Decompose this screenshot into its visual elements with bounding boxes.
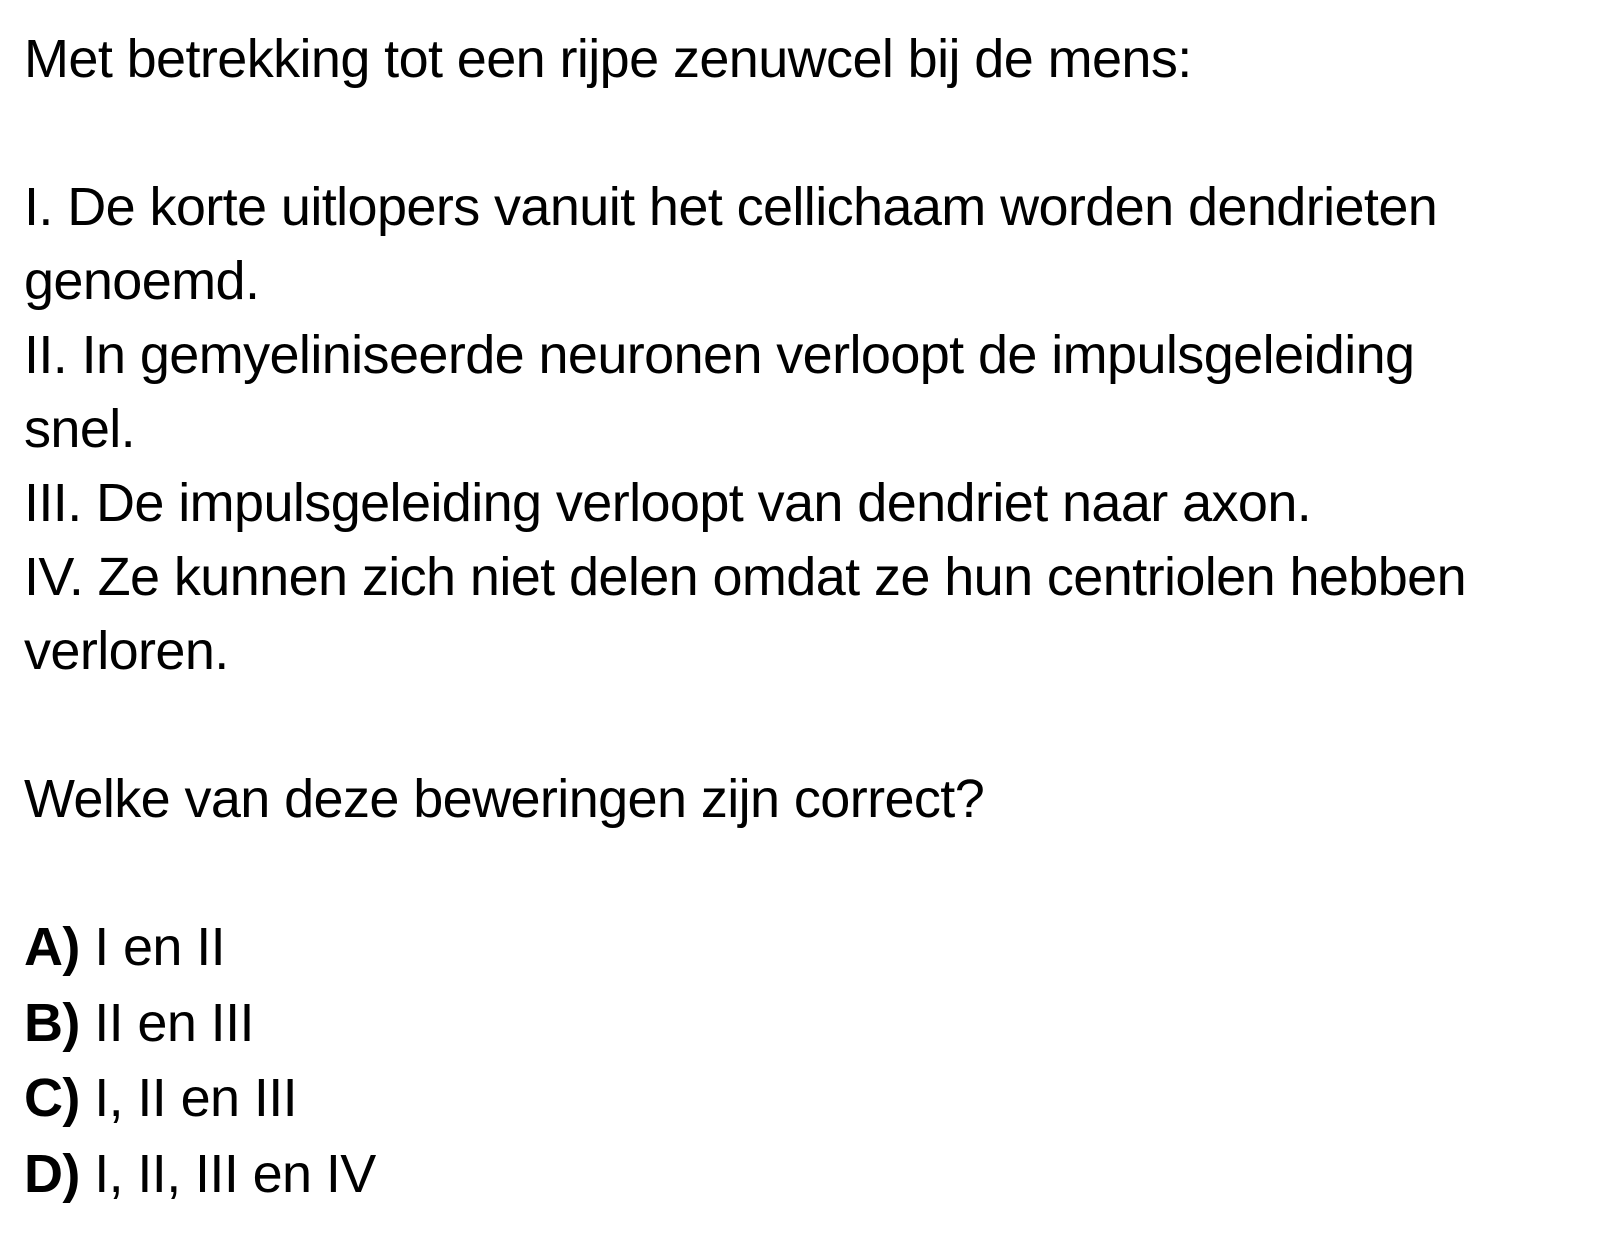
statement-3-line-1: III. De impulsgeleiding verloopt van den… bbox=[24, 473, 1312, 533]
option-b[interactable]: B) II en III bbox=[24, 986, 1592, 1062]
answer-options: A) I en II B) II en III C) I, II en III … bbox=[24, 910, 1592, 1212]
question-intro: Met betrekking tot een rijpe zenuwcel bi… bbox=[24, 29, 1192, 89]
option-letter: C) bbox=[24, 1068, 80, 1128]
option-text: I, II en III bbox=[94, 1068, 298, 1128]
option-d[interactable]: D) I, II, III en IV bbox=[24, 1137, 1592, 1213]
option-text: II en III bbox=[94, 992, 254, 1053]
statement-4-line-1: IV. Ze kunnen zich niet delen omdat ze h… bbox=[24, 547, 1467, 607]
option-a[interactable]: A) I en II bbox=[24, 910, 1592, 986]
statement-1-line-1: I. De korte uitlopers vanuit het cellich… bbox=[24, 177, 1438, 237]
option-c[interactable]: C) I, II en III bbox=[24, 1061, 1592, 1137]
question-prompt: Welke van deze beweringen zijn correct? bbox=[24, 769, 985, 829]
statement-2-line-2: snel. bbox=[24, 399, 136, 459]
question-document: Met betrekking tot een rijpe zenuwcel bi… bbox=[24, 22, 1592, 1212]
statement-2-line-1: II. In gemyeliniseerde neuronen verloopt… bbox=[24, 325, 1415, 385]
statement-1-line-2: genoemd. bbox=[24, 251, 260, 311]
statement-list: I. De korte uitlopers vanuit het cellich… bbox=[24, 170, 1592, 688]
statement-4-line-2: verloren. bbox=[24, 621, 229, 681]
option-text: I en II bbox=[94, 917, 226, 977]
option-text: I, II, III en IV bbox=[94, 1143, 376, 1204]
option-letter: D) bbox=[24, 1143, 80, 1204]
option-letter: A) bbox=[24, 917, 80, 977]
option-letter: B) bbox=[24, 992, 80, 1053]
